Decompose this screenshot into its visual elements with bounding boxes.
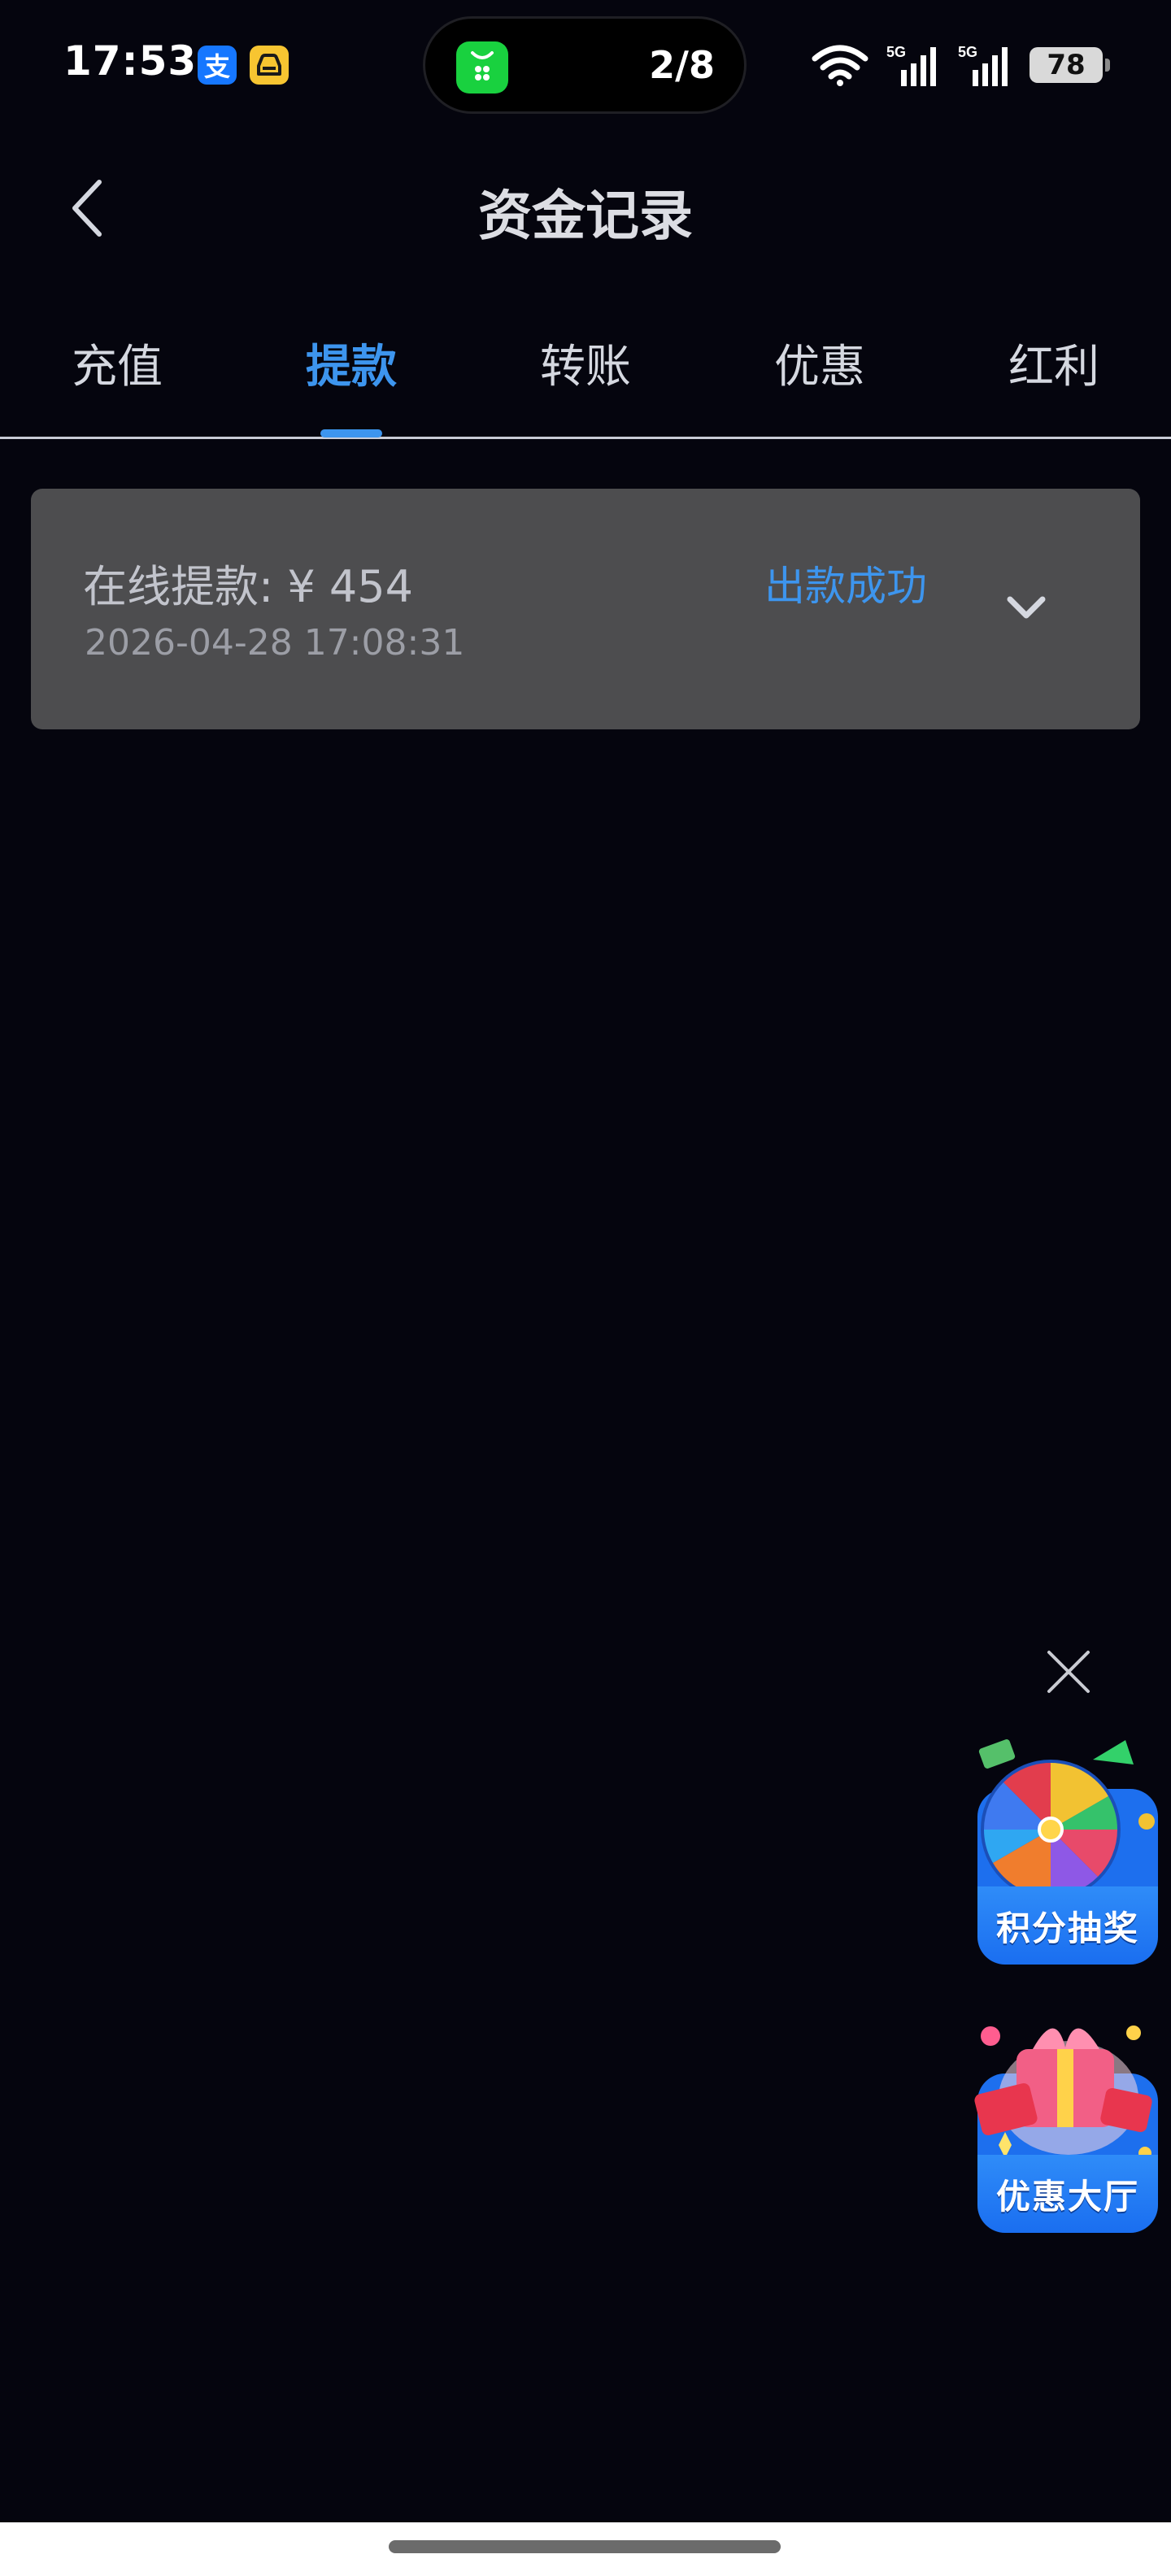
record-timestamp: 2026-04-28 17:08:31 bbox=[85, 622, 465, 664]
promo-hall-label: 优惠大厅 bbox=[977, 2155, 1158, 2233]
system-navigation-bar bbox=[0, 2522, 1171, 2576]
alipay-icon: 支 bbox=[198, 46, 237, 85]
record-tabs: 充值 提款 转账 优惠 红利 bbox=[0, 301, 1171, 439]
island-app-icon bbox=[456, 41, 508, 94]
wifi-icon bbox=[812, 44, 868, 86]
points-lottery-label: 积分抽奖 bbox=[977, 1886, 1158, 1965]
tab-bonus[interactable]: 红利 bbox=[937, 330, 1171, 396]
tab-deposit[interactable]: 充值 bbox=[0, 330, 234, 396]
network-type-label: 5G bbox=[886, 44, 906, 60]
tab-transfer[interactable]: 转账 bbox=[468, 330, 703, 396]
chevron-down-icon[interactable] bbox=[1000, 583, 1052, 635]
network-type-label: 5G bbox=[958, 44, 977, 60]
island-counter: 2/8 bbox=[649, 43, 715, 87]
promo-hall-widget[interactable]: 优惠大厅 bbox=[966, 2000, 1166, 2244]
signal-icon: 5G bbox=[958, 42, 1012, 88]
tab-promotion[interactable]: 优惠 bbox=[703, 330, 937, 396]
page-title: 资金记录 bbox=[478, 185, 693, 247]
record-status: 出款成功 bbox=[764, 563, 927, 610]
car-glyph-icon bbox=[257, 54, 281, 76]
signal-icon: 5G bbox=[886, 42, 940, 88]
car-app-icon bbox=[250, 46, 289, 85]
status-bar: 17:53 支 2/8 5G 5G 78 bbox=[0, 0, 1171, 130]
record-title: 在线提款: ¥ 454 bbox=[83, 561, 413, 612]
dynamic-island[interactable]: 2/8 bbox=[423, 16, 747, 114]
withdraw-record-card[interactable]: 在线提款: ¥ 454 2026-04-28 17:08:31 出款成功 bbox=[31, 489, 1140, 729]
tab-withdraw[interactable]: 提款 bbox=[234, 330, 468, 396]
active-tab-indicator bbox=[320, 429, 382, 437]
close-float-button[interactable] bbox=[1043, 1646, 1095, 1698]
status-time: 17:53 bbox=[63, 37, 198, 85]
page-header: 资金记录 bbox=[0, 146, 1171, 268]
battery-indicator: 78 bbox=[1030, 47, 1110, 83]
status-icons: 5G 5G 78 bbox=[812, 39, 1110, 91]
points-lottery-widget[interactable]: 积分抽奖 bbox=[966, 1732, 1166, 1976]
close-icon bbox=[1047, 1651, 1090, 1693]
home-indicator[interactable] bbox=[389, 2540, 781, 2553]
